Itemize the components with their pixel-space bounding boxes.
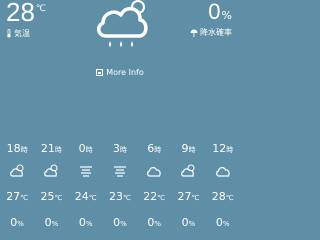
icon-row (0, 161, 240, 183)
hour-cell: 3時 (112, 141, 127, 155)
more-info-label: More Info (106, 68, 144, 77)
hourly-temperature: 27℃ (6, 189, 29, 203)
hourly-precipitation: 0% (147, 215, 162, 229)
hourly-temperature: 25℃ (40, 189, 63, 203)
precipitation-unit: % (221, 9, 232, 22)
hour-cell: 0時 (78, 141, 93, 155)
hour-cell: 9時 (181, 141, 196, 155)
precipitation-label: 降水確率 (200, 28, 232, 37)
precipitation-block: 0% 降水確率 (190, 0, 232, 38)
fog-icon (79, 165, 92, 177)
hourly-precipitation: 0% (44, 215, 59, 229)
cloud-icon (147, 166, 161, 177)
temperature-row: 27℃ 25℃ 24℃ 23℃ 22℃ 27℃ 28℃ (0, 183, 240, 209)
temperature-label: 気温 (14, 29, 30, 38)
hourly-precipitation: 0% (78, 215, 93, 229)
hour-row: 18時 21時 0時 3時 6時 9時 12時 (0, 135, 240, 161)
hourly-temperature: 24℃ (74, 189, 97, 203)
info-box-icon (96, 69, 104, 76)
current-temperature-unit: ℃ (35, 4, 47, 14)
cloud-sun-icon (181, 164, 195, 177)
current-temperature-block: 28℃ 気温 (6, 0, 46, 39)
cloud-sun-icon (10, 164, 24, 177)
hourly-precipitation: 0% (10, 215, 24, 229)
hourly-precipitation: 0% (181, 215, 196, 229)
hourly-temperature: 28℃ (211, 189, 234, 203)
thermometer-icon (7, 29, 11, 38)
hour-cell: 21時 (40, 141, 62, 155)
precipitation-value: 0 (208, 0, 221, 24)
umbrella-icon (190, 29, 198, 37)
current-temperature-value: 28 (6, 0, 35, 27)
precipitation-row: 0% 0% 0% 0% 0% 0% 0% (0, 209, 240, 235)
hourly-precipitation: 0% (215, 215, 230, 229)
hourly-temperature: 22℃ (143, 189, 166, 203)
more-info-link[interactable]: More Info (0, 68, 240, 77)
fog-icon (113, 165, 126, 177)
hourly-forecast: 18時 21時 0時 3時 6時 9時 12時 27℃ 25℃ 24℃ 23℃ … (0, 135, 240, 235)
hourly-temperature: 27℃ (177, 189, 200, 203)
cloud-icon (215, 166, 230, 177)
hour-cell: 18時 (6, 141, 28, 155)
hour-cell: 6時 (147, 141, 162, 155)
cloud-sun-icon (44, 164, 58, 177)
hourly-precipitation: 0% (113, 215, 127, 229)
cloud-sun-rain-icon (97, 0, 148, 47)
hourly-temperature: 23℃ (108, 189, 131, 203)
hour-cell: 12時 (212, 141, 234, 155)
